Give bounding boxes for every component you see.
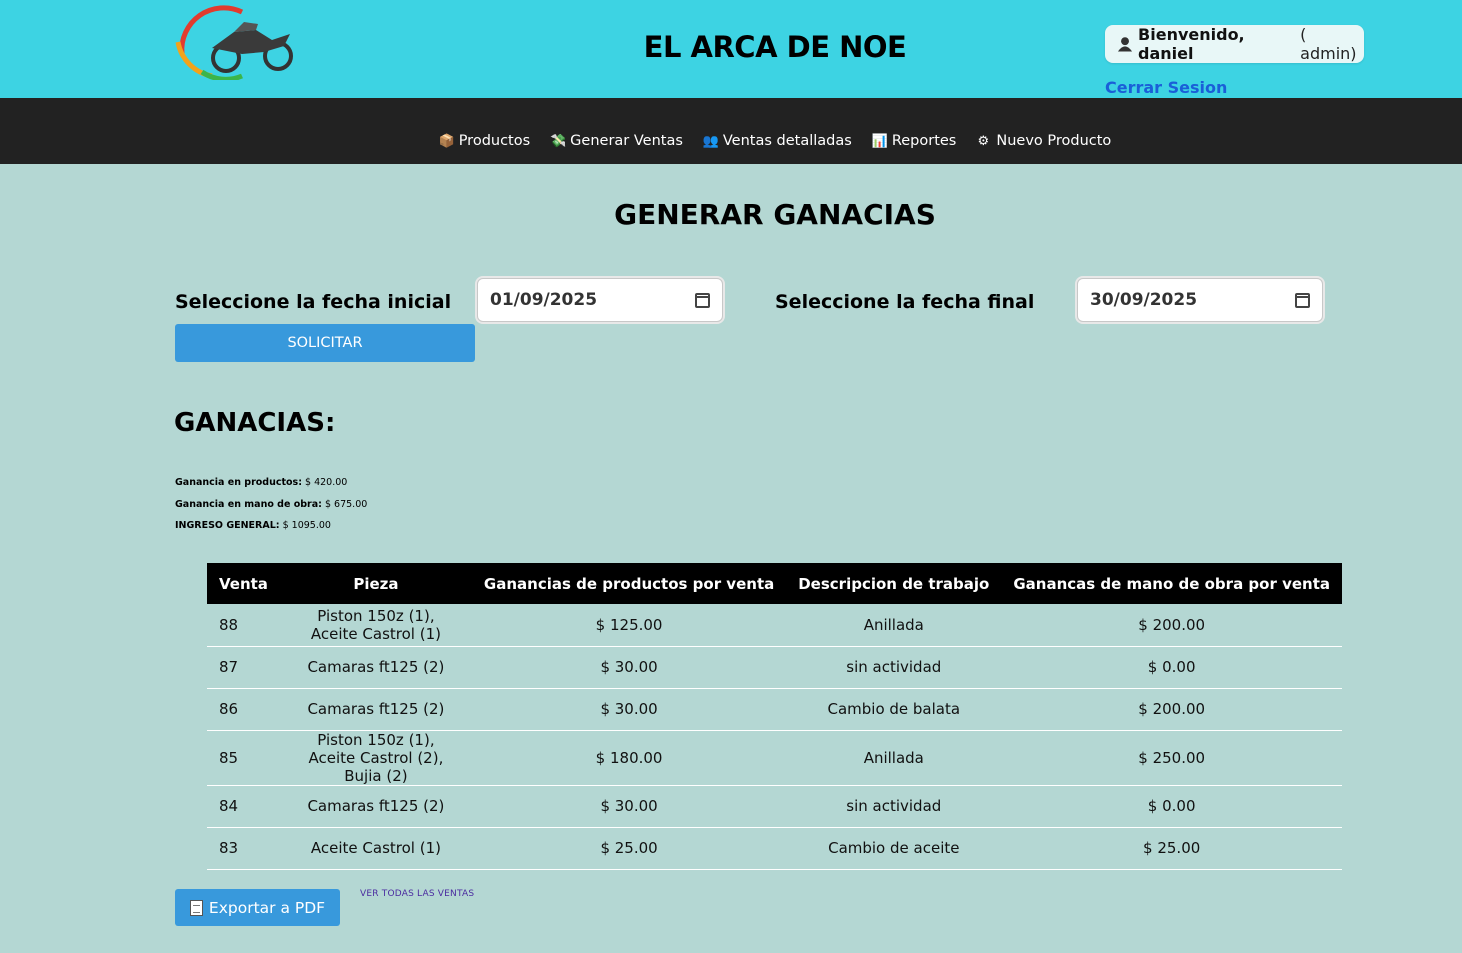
col-ganancias-productos: Ganancias de productos por venta bbox=[483, 574, 775, 593]
cell-venta: 85 bbox=[219, 748, 239, 767]
table-row: 87 Camaras ft125 (2) $ 30.00 sin activid… bbox=[207, 646, 1342, 688]
ganancias-heading: GANACIAS: bbox=[174, 408, 336, 438]
col-venta: Venta bbox=[219, 574, 268, 593]
user-role: ( admin) bbox=[1300, 25, 1357, 63]
cell-ganancia-mano-obra: $ 25.00 bbox=[1143, 839, 1201, 857]
start-date-value: 01/09/2025 bbox=[490, 290, 598, 310]
stat-label: Ganancia en mano de obra: bbox=[175, 499, 322, 510]
user-greeting: Bienvenido, daniel ( admin) bbox=[1105, 25, 1364, 63]
calendar-icon[interactable] bbox=[695, 292, 710, 308]
end-date-input[interactable]: 30/09/2025 bbox=[1077, 278, 1323, 322]
nav-item-label: Reportes bbox=[891, 133, 957, 149]
cell-pieza: Piston 150z (1), Aceite Castrol (2), Buj… bbox=[308, 730, 444, 785]
cell-ganancia-mano-obra: $ 0.00 bbox=[1147, 797, 1196, 815]
ganancias-table: Venta Pieza Ganancias de productos por v… bbox=[207, 563, 1342, 870]
cell-ganancia-mano-obra: $ 250.00 bbox=[1138, 748, 1206, 767]
table-row: 83 Aceite Castrol (1) $ 25.00 Cambio de … bbox=[207, 827, 1342, 869]
nav-item-generar-ventas[interactable]: 💸 Generar Ventas bbox=[550, 133, 683, 149]
cell-venta: 86 bbox=[219, 700, 239, 718]
col-descripcion: Descripcion de trabajo bbox=[798, 574, 990, 593]
table-row: 86 Camaras ft125 (2) $ 30.00 Cambio de b… bbox=[207, 688, 1342, 730]
cell-descripcion: sin actividad bbox=[846, 797, 942, 815]
cell-pieza: Aceite Castrol (1) bbox=[310, 839, 441, 857]
nav-item-label: Generar Ventas bbox=[570, 133, 683, 149]
cell-venta: 83 bbox=[219, 839, 239, 857]
cell-ganancia-mano-obra: $ 200.00 bbox=[1138, 615, 1206, 634]
stat-productos: Ganancia en productos: $ 420.00 bbox=[175, 477, 347, 488]
cell-pieza: Camaras ft125 (2) bbox=[307, 658, 445, 676]
stat-ingreso-general: INGRESO GENERAL: $ 1095.00 bbox=[175, 520, 331, 531]
stat-label: INGRESO GENERAL: bbox=[175, 520, 280, 531]
cell-ganancia-producto: $ 30.00 bbox=[600, 700, 658, 718]
stat-mano-de-obra: Ganancia en mano de obra: $ 675.00 bbox=[175, 499, 367, 510]
table-row: 88 Piston 150z (1), Aceite Castrol (1) $… bbox=[207, 604, 1342, 646]
stat-value: $ 420.00 bbox=[305, 477, 348, 488]
cell-descripcion: Cambio de balata bbox=[827, 700, 961, 718]
cell-ganancia-producto: $ 25.00 bbox=[600, 839, 658, 857]
see-all-sales-link[interactable]: VER TODAS LAS VENTAS bbox=[360, 889, 474, 899]
start-date-label: Seleccione la fecha inicial bbox=[175, 291, 452, 313]
cell-pieza: Camaras ft125 (2) bbox=[307, 700, 445, 718]
stat-value: $ 1095.00 bbox=[282, 520, 331, 531]
cell-venta: 87 bbox=[219, 658, 239, 676]
nav-item-reportes[interactable]: 📊 Reportes bbox=[872, 133, 957, 149]
cell-ganancia-producto: $ 125.00 bbox=[595, 615, 663, 634]
nav-item-label: Ventas detalladas bbox=[722, 133, 852, 149]
chart-icon: 📊 bbox=[871, 133, 888, 149]
cell-pieza: Piston 150z (1), Aceite Castrol (1) bbox=[310, 606, 441, 643]
end-date-label: Seleccione la fecha final bbox=[775, 291, 1035, 313]
user-icon bbox=[1117, 37, 1133, 52]
cell-ganancia-mano-obra: $ 200.00 bbox=[1138, 700, 1206, 718]
cell-ganancia-producto: $ 180.00 bbox=[595, 748, 663, 767]
logout-link[interactable]: Cerrar Sesion bbox=[1105, 78, 1227, 97]
nav-item-ventas-detalladas[interactable]: 👥 Ventas detalladas bbox=[703, 133, 852, 149]
cell-descripcion: Anillada bbox=[863, 615, 924, 634]
table-row: 85 Piston 150z (1), Aceite Castrol (2), … bbox=[207, 730, 1342, 785]
cell-ganancia-mano-obra: $ 0.00 bbox=[1147, 658, 1196, 676]
document-icon bbox=[189, 899, 203, 916]
solicitar-button[interactable]: SOLICITAR bbox=[175, 324, 475, 362]
export-pdf-button[interactable]: Exportar a PDF bbox=[175, 889, 340, 926]
page-title: GENERAR GANACIAS bbox=[614, 198, 936, 231]
export-pdf-label: Exportar a PDF bbox=[208, 898, 326, 917]
cell-venta: 84 bbox=[219, 797, 239, 815]
cell-ganancia-producto: $ 30.00 bbox=[600, 658, 658, 676]
nav-item-nuevo-producto[interactable]: ⚙ Nuevo Producto bbox=[976, 133, 1112, 149]
table-header-row: Venta Pieza Ganancias de productos por v… bbox=[207, 563, 1342, 604]
nav-item-label: Productos bbox=[458, 133, 531, 149]
users-icon: 👥 bbox=[702, 133, 720, 149]
stat-value: $ 675.00 bbox=[324, 499, 368, 510]
col-ganancias-mano-obra: Ganancas de mano de obra por venta bbox=[1013, 574, 1330, 593]
money-icon: 💸 bbox=[550, 133, 567, 149]
start-date-input[interactable]: 01/09/2025 bbox=[477, 278, 723, 322]
nav-item-label: Nuevo Producto bbox=[996, 133, 1112, 149]
cell-descripcion: sin actividad bbox=[846, 658, 942, 676]
site-header: EL ARCA DE NOE Bienvenido, daniel ( admi… bbox=[0, 0, 1462, 98]
cell-descripcion: Cambio de aceite bbox=[828, 839, 960, 857]
box-icon: 📦 bbox=[438, 133, 455, 149]
cell-descripcion: Anillada bbox=[863, 748, 924, 767]
end-date-value: 30/09/2025 bbox=[1090, 290, 1198, 310]
col-pieza: Pieza bbox=[353, 574, 399, 593]
gear-icon: ⚙ bbox=[977, 133, 990, 149]
table-row: 84 Camaras ft125 (2) $ 30.00 sin activid… bbox=[207, 785, 1342, 827]
cell-pieza: Camaras ft125 (2) bbox=[307, 797, 445, 815]
nav-item-productos[interactable]: 📦 Productos bbox=[439, 133, 530, 149]
greeting-text: Bienvenido, daniel bbox=[1138, 25, 1245, 63]
main-nav: 📦 Productos 💸 Generar Ventas 👥 Ventas de… bbox=[0, 98, 1462, 164]
cell-ganancia-producto: $ 30.00 bbox=[600, 797, 658, 815]
cell-venta: 88 bbox=[219, 615, 239, 634]
calendar-icon[interactable] bbox=[1295, 292, 1310, 308]
stat-label: Ganancia en productos: bbox=[175, 477, 302, 488]
